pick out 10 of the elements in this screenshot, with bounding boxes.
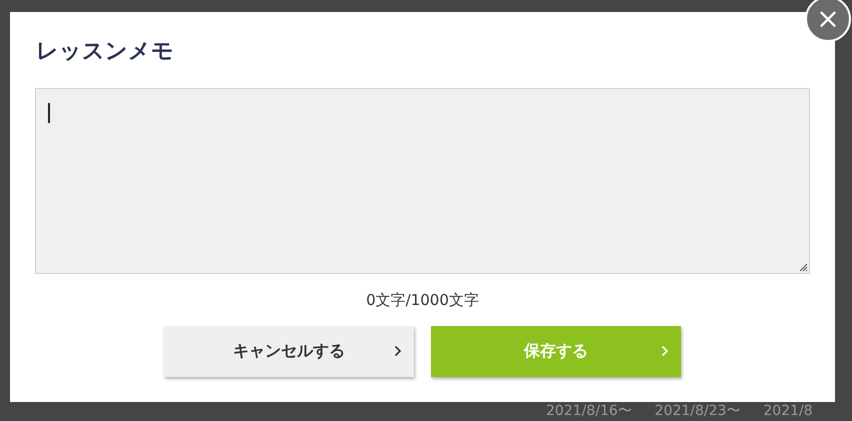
chevron-right-icon — [394, 345, 402, 357]
week-label: 2021/8 — [763, 403, 814, 420]
chevron-right-icon — [661, 345, 669, 357]
cancel-button[interactable]: キャンセルする — [164, 326, 414, 377]
dialog-title: レッスンメモ — [36, 38, 175, 66]
week-label: 2021/8/16〜 — [546, 403, 633, 420]
character-counter: 0文字/1000文字 — [365, 290, 480, 310]
resize-grip-icon[interactable] — [799, 263, 808, 272]
memo-field[interactable] — [35, 88, 810, 274]
week-label: 2021/8/23〜 — [654, 403, 742, 420]
